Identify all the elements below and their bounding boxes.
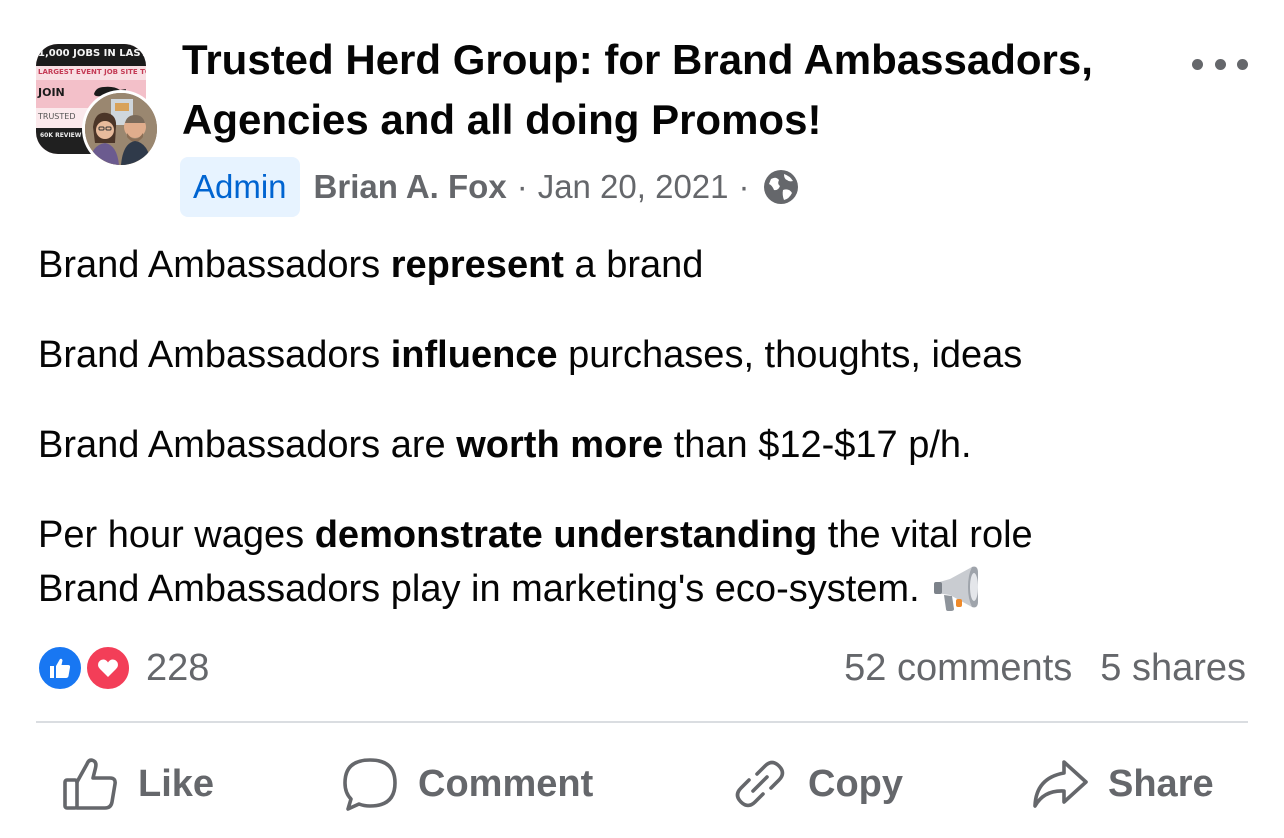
admin-badge: Admin <box>180 157 300 217</box>
like-reaction-icon <box>36 644 84 692</box>
post: 1,000 JOBS IN LAST YEAR LARGEST EVENT JO… <box>0 0 1284 838</box>
text-run: Brand Ambassadors play in marketing's ec… <box>38 568 920 610</box>
like-label: Like <box>138 762 215 805</box>
thumb-text-5: 60K REVIEW <box>40 132 82 139</box>
thumb-text-3: JOIN <box>38 86 65 99</box>
more-dot-icon <box>1214 58 1226 70</box>
author-avatar[interactable] <box>82 90 160 168</box>
copy-button[interactable]: Copy <box>730 746 903 822</box>
link-icon <box>735 760 785 808</box>
meta-separator: · <box>516 168 528 205</box>
post-date[interactable]: Jan 20, 2021 <box>538 168 729 206</box>
reaction-count: 228 <box>146 646 210 689</box>
share-arrow-icon <box>1033 760 1088 808</box>
megaphone-icon <box>933 566 978 611</box>
more-dot-icon <box>1237 58 1248 70</box>
thumb-text-2: LARGEST EVENT JOB SITE TO FIN <box>38 68 146 76</box>
more-dot-icon <box>1192 58 1203 70</box>
text-run: the vital role <box>817 514 1033 556</box>
author-name[interactable]: Brian A. Fox <box>314 168 507 206</box>
like-button[interactable]: Like <box>60 746 214 822</box>
text-run: purchases, thoughts, ideas <box>557 334 1023 376</box>
group-name[interactable]: Trusted Herd Group: for Brand Ambassador… <box>182 30 1162 150</box>
group-avatar[interactable]: 1,000 JOBS IN LAST YEAR LARGEST EVENT JO… <box>36 44 160 168</box>
meta-separator: · <box>738 168 750 205</box>
love-reaction-icon <box>84 644 132 692</box>
comment-bubble-icon <box>343 758 397 811</box>
globe-icon[interactable] <box>762 168 800 206</box>
text-run: Brand Ambassadors <box>38 334 391 376</box>
bold-text-run: represent <box>390 244 564 286</box>
engagement-counts: 52 comments 5 shares <box>844 640 1246 696</box>
text-run: Per hour wages <box>38 514 315 556</box>
post-paragraph-4: Per hour wages demonstrate understanding… <box>38 508 1033 616</box>
comments-count[interactable]: 52 comments <box>844 647 1072 690</box>
shares-count[interactable]: 5 shares <box>1100 647 1246 690</box>
text-run: Brand Ambassadors are <box>38 424 457 466</box>
post-paragraph-1: Brand Ambassadors represent a brand <box>38 238 703 292</box>
divider <box>36 721 1248 723</box>
text-run: than $12-$17 p/h. <box>663 424 972 466</box>
post-meta: Admin Brian A. Fox · Jan 20, 2021 · <box>180 156 800 218</box>
action-bar: Like Comment Copy Share <box>0 746 1284 822</box>
comment-label: Comment <box>418 762 594 805</box>
post-paragraph-3: Brand Ambassadors are worth more than $1… <box>38 418 972 472</box>
bold-text-run: influence <box>390 334 558 376</box>
reactions-summary[interactable]: 228 <box>36 640 209 696</box>
thumbs-up-icon <box>63 758 117 810</box>
comment-button[interactable]: Comment <box>340 746 593 822</box>
bold-text-run: demonstrate understanding <box>314 514 818 556</box>
more-options-button[interactable] <box>1192 46 1248 82</box>
reaction-icons <box>36 644 134 692</box>
share-button[interactable]: Share <box>1030 746 1214 822</box>
thumb-text-4: TRUSTED <box>38 112 76 121</box>
author-photo <box>85 93 157 165</box>
text-run: Brand Ambassadors <box>38 244 391 286</box>
thumb-text-1: 1,000 JOBS IN LAST YEAR <box>38 48 146 59</box>
bold-text-run: worth more <box>456 424 664 466</box>
post-paragraph-2: Brand Ambassadors influence purchases, t… <box>38 328 1022 382</box>
text-run: a brand <box>563 244 704 286</box>
share-label: Share <box>1108 762 1214 805</box>
copy-label: Copy <box>808 762 903 805</box>
